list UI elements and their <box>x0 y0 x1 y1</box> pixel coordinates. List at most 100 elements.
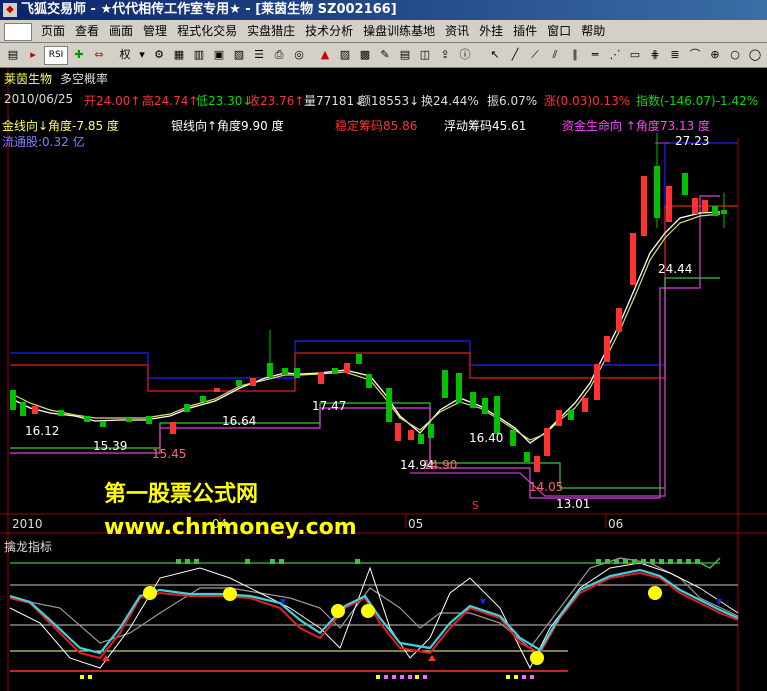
stock-name[interactable]: 莱茵生物 <box>4 70 52 87</box>
weight-dropdown-icon[interactable]: ▾ <box>133 46 151 63</box>
blue-channel-line <box>10 142 738 379</box>
quote-low: 低23.30↓ <box>196 94 253 108</box>
quote-amount: 额18553↓ <box>359 94 420 108</box>
quote-change: 涨(0.03)0.13% <box>544 94 631 108</box>
menu-program-trading[interactable]: 程式化交易 <box>172 20 242 42</box>
toolbar: ▤ ▸ RSI ✚ ⇔ 权 ▾ ⚙ ▦ ▥ ▣ ▧ ☰ ⎙ ◎ ▲ ▨ ▩ ✎ … <box>0 43 767 68</box>
white-osc-line <box>9 562 739 670</box>
green-support-line <box>10 277 720 489</box>
float-shares: 流通股:0.32 亿 <box>2 135 85 149</box>
menu-plugins[interactable]: 插件 <box>508 20 542 42</box>
ray-icon[interactable]: ⟋ <box>526 46 544 63</box>
cursor-icon[interactable]: ↖ <box>486 46 504 63</box>
menu-view[interactable]: 查看 <box>70 20 104 42</box>
panel-icon[interactable]: ▧ <box>230 46 248 63</box>
export-icon[interactable]: ⇪ <box>436 46 454 63</box>
menu-info[interactable]: 资讯 <box>440 20 474 42</box>
parallel-icon[interactable]: ∥ <box>566 46 584 63</box>
indicator-name[interactable]: 多空概率 <box>60 70 108 87</box>
settings-icon[interactable]: ⚙ <box>150 46 168 63</box>
app-icon[interactable]: ◆ <box>3 3 17 17</box>
fib-icon[interactable]: ≣ <box>666 46 684 63</box>
gold-line-angle: 金线向↓角度-7.85 度 <box>2 119 119 133</box>
red-channel-line <box>10 205 738 392</box>
menu-training[interactable]: 操盘训练基地 <box>358 20 440 42</box>
price-label: 15.45 <box>152 447 187 461</box>
price-label-low: 14.05 <box>529 480 564 494</box>
window-title: 飞狐交易师 - ★代代相传工作室专用★ - [莱茵生物 SZ002166] <box>21 2 397 17</box>
hline-icon[interactable]: ═ <box>586 46 604 63</box>
new-icon[interactable]: ▤ <box>4 46 22 63</box>
menu-window[interactable]: 窗口 <box>542 20 576 42</box>
axis-year: 2010 <box>12 517 43 531</box>
sub-indicator-chart <box>9 557 739 679</box>
text-icon[interactable]: ◯ <box>746 46 764 63</box>
fan-icon[interactable]: ⋰ <box>606 46 624 63</box>
rect-icon[interactable]: ▭ <box>626 46 644 63</box>
capital-life-angle: 资金生命向 ↑角度73.13 度 <box>562 119 711 133</box>
candlesticks <box>10 133 727 472</box>
price-label: 16.40 <box>469 431 504 445</box>
price-label: 13.01 <box>556 497 591 511</box>
price-label: 16.64 <box>222 414 257 428</box>
layout-icon[interactable]: ▦ <box>170 46 188 63</box>
quote-volume: 量77181↓ <box>304 94 365 108</box>
line-draw-icon[interactable]: ╱ <box>506 46 524 63</box>
price-label: 15.39 <box>93 439 128 453</box>
window-icon[interactable]: ▣ <box>210 46 228 63</box>
menu-manage[interactable]: 管理 <box>138 20 172 42</box>
price-label: 16.12 <box>25 424 60 438</box>
channel-icon[interactable]: ⫽ <box>546 46 564 63</box>
quote-index: 指数(-146.07)-1.42% <box>636 94 759 108</box>
menu-hunt[interactable]: 实盘猎庄 <box>242 20 300 42</box>
info-icon[interactable]: ⓘ <box>456 46 474 63</box>
stable-chips: 稳定筹码85.86 <box>335 119 418 133</box>
grid-icon[interactable]: ▥ <box>190 46 208 63</box>
stats-icon[interactable]: ▩ <box>356 46 374 63</box>
menu-plugins-ext[interactable]: 外挂 <box>474 20 508 42</box>
arc-icon[interactable]: ⌒ <box>686 46 704 63</box>
quote-close: 收23.76↑ <box>248 94 305 108</box>
quote-open: 开24.00↑ <box>84 94 141 108</box>
kline-svg <box>0 68 767 691</box>
silver-line-angle: 银线向↑角度9.90 度 <box>171 119 284 133</box>
menu-tech-analysis[interactable]: 技术分析 <box>300 20 358 42</box>
open-icon[interactable]: ▸ <box>24 46 42 63</box>
compare-icon[interactable]: ◫ <box>416 46 434 63</box>
price-label: 14.90 <box>423 458 458 472</box>
rsi-button[interactable]: RSI <box>44 46 68 65</box>
price-label: 17.47 <box>312 399 347 413</box>
cycle-icon[interactable]: ⊕ <box>706 46 724 63</box>
document-icon[interactable] <box>4 23 32 41</box>
float-chips: 浮动筹码45.61 <box>444 119 527 133</box>
red-osc-line <box>9 571 739 660</box>
window-titlebar: ◆ 飞狐交易师 - ★代代相传工作室专用★ - [莱茵生物 SZ002166] <box>0 0 767 20</box>
yellow-ma-line <box>9 213 721 441</box>
quote-turnover: 换24.44% <box>421 94 479 108</box>
chart-icon[interactable]: ▨ <box>336 46 354 63</box>
sell-marker: S <box>472 499 479 512</box>
menu-help[interactable]: 帮助 <box>576 20 610 42</box>
axis-month-05: 05 <box>408 517 424 531</box>
zoom-icon[interactable]: ◎ <box>290 46 308 63</box>
gann-icon[interactable]: ⋕ <box>646 46 664 63</box>
ellipse-icon[interactable]: ○ <box>726 46 744 63</box>
watermark-url: www.chnmoney.com <box>104 515 357 540</box>
table-icon[interactable]: ▤ <box>396 46 414 63</box>
weight-button[interactable]: 权 <box>116 46 134 63</box>
print-icon[interactable]: ⎙ <box>270 46 288 63</box>
list-icon[interactable]: ☰ <box>250 46 268 63</box>
quote-high: 高24.74↑ <box>142 94 199 108</box>
alert-icon[interactable]: ▲ <box>316 46 334 63</box>
menu-page[interactable]: 页面 <box>36 20 70 42</box>
price-label: 24.44 <box>658 262 693 276</box>
move-icon[interactable]: ✚ <box>70 46 88 63</box>
quote-amplitude: 振6.07% <box>487 94 538 108</box>
sub-indicator-name[interactable]: 擒龙指标 <box>4 538 52 555</box>
tools-icon[interactable]: ✎ <box>376 46 394 63</box>
menu-canvas[interactable]: 画面 <box>104 20 138 42</box>
swap-icon[interactable]: ⇔ <box>90 46 108 63</box>
chart-area[interactable]: 莱茵生物 多空概率 2010/06/25 开24.00↑ 高24.74↑ 低23… <box>0 68 767 691</box>
axis-month-06: 06 <box>608 517 624 531</box>
watermark-title: 第一股票公式网 <box>104 482 259 507</box>
